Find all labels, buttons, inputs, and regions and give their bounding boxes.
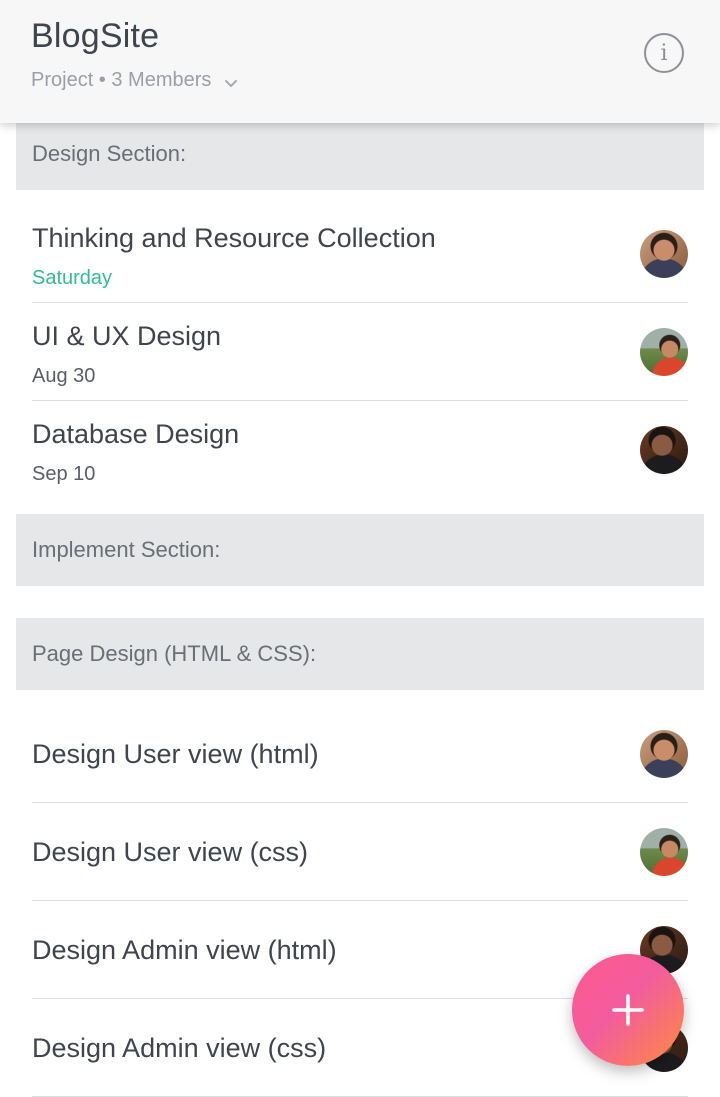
plus-icon xyxy=(612,994,644,1026)
task-due-date: Aug 30 xyxy=(32,365,96,387)
section-header-page-design: Page Design (HTML & CSS): xyxy=(16,618,704,690)
task-row[interactable]: Design User view (html) xyxy=(32,705,688,803)
task-title: Design Admin view (css) xyxy=(32,1033,327,1063)
task-title: Design User view (css) xyxy=(32,837,309,867)
project-subtitle: Project • 3 Members xyxy=(31,69,212,91)
assignee-avatar[interactable] xyxy=(640,828,688,876)
task-due-date: Sep 10 xyxy=(32,463,96,485)
task-row[interactable]: Thinking and Resource Collection Saturda… xyxy=(32,205,688,303)
task-title: Database Design xyxy=(32,419,240,449)
project-title: BlogSite xyxy=(31,17,160,55)
task-title: Design User view (html) xyxy=(32,739,319,769)
assignee-avatar[interactable] xyxy=(640,426,688,474)
assignee-avatar[interactable] xyxy=(640,328,688,376)
task-row[interactable]: Database Design Sep 10 xyxy=(32,401,688,499)
task-title: Design Admin view (html) xyxy=(32,935,337,965)
app-header: BlogSite Project • 3 Members i xyxy=(0,0,720,123)
assignee-avatar[interactable] xyxy=(640,730,688,778)
section-header-design: Design Section: xyxy=(16,118,704,190)
app-screen: BlogSite Project • 3 Members i Design Se… xyxy=(0,0,720,1097)
task-title: Thinking and Resource Collection xyxy=(32,223,436,253)
task-row[interactable]: UI & UX Design Aug 30 xyxy=(32,303,688,401)
task-row[interactable]: Design User view (css) xyxy=(32,803,688,901)
task-title: UI & UX Design xyxy=(32,321,222,351)
assignee-avatar[interactable] xyxy=(640,230,688,278)
task-due-date: Saturday xyxy=(32,267,113,289)
chevron-down-icon xyxy=(223,72,239,88)
add-task-button[interactable] xyxy=(572,954,684,1066)
section-header-implement: Implement Section: xyxy=(16,514,704,586)
info-icon[interactable]: i xyxy=(644,33,684,73)
project-members-dropdown[interactable]: Project • 3 Members xyxy=(31,66,239,94)
